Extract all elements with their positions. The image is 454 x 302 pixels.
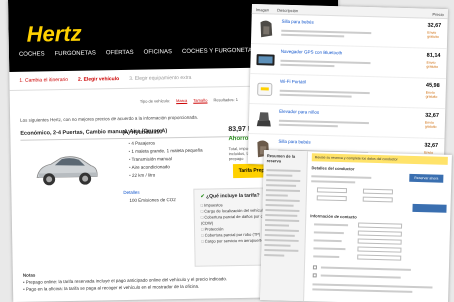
- product-price: 81,14: [426, 52, 441, 59]
- field-label: [314, 223, 349, 227]
- car-image: [36, 156, 98, 186]
- input-field[interactable]: [362, 188, 394, 195]
- text-line: [312, 288, 413, 293]
- product-price: 32,67: [424, 142, 439, 149]
- details-link[interactable]: Detalles: [123, 190, 139, 195]
- step-extras[interactable]: 3. Elegir equipamiento extra: [129, 75, 191, 82]
- nav-item-ofertas[interactable]: OFERTAS: [106, 50, 134, 57]
- newsletter-checkbox[interactable]: [312, 273, 317, 278]
- results-count: Resultados: 1: [213, 97, 238, 103]
- summary-bar: [412, 203, 447, 213]
- product-description: [280, 59, 371, 69]
- field-label: [313, 255, 340, 259]
- product-price: 45,98: [425, 82, 440, 89]
- input-field[interactable]: [362, 196, 393, 203]
- product-shipping: Envío gratuito: [426, 60, 439, 69]
- step-vehicle[interactable]: 2. Elegir vehículo: [78, 76, 119, 83]
- gps-image: [256, 54, 275, 66]
- newsletter-text: [320, 274, 401, 279]
- feature-consumption: 22 km / litro: [129, 171, 203, 180]
- checkout-form-window: Resumen de la reserva Revise su reserva …: [260, 150, 452, 302]
- product-price: 32,67: [427, 22, 442, 29]
- text-line: [311, 180, 356, 184]
- form-title: Detalles del conductor: [311, 165, 355, 172]
- product-shipping: Envío gratuito: [425, 90, 438, 99]
- field-label: [313, 247, 346, 251]
- product-shipping: Envío gratuito: [427, 30, 439, 39]
- product-description: [279, 89, 370, 99]
- product-title[interactable]: Silla para bebés: [281, 19, 373, 26]
- name-field[interactable]: [358, 222, 403, 229]
- col-price: Precio: [432, 11, 444, 18]
- surname-field[interactable]: [357, 230, 402, 237]
- product-title[interactable]: Elevador para niños: [279, 109, 371, 116]
- field-label: [313, 231, 344, 235]
- field-label: [313, 239, 342, 243]
- product-description: [281, 29, 372, 39]
- reserve-button[interactable]: Reservar ahora: [409, 173, 444, 183]
- text-line: [311, 175, 372, 179]
- input-field[interactable]: [316, 195, 347, 202]
- product-shipping: Envío gratuito: [424, 120, 437, 129]
- product-title[interactable]: Wi-Fi Portátil: [280, 79, 372, 86]
- input-field[interactable]: [316, 187, 348, 194]
- car-model[interactable]: (A) Hyundai i10: [122, 129, 162, 136]
- address-field[interactable]: [357, 254, 402, 261]
- wifi-device-image: [257, 82, 273, 96]
- phone-field[interactable]: [357, 246, 402, 253]
- col-image: Imagen: [255, 7, 270, 13]
- reservation-summary-sidebar: Resumen de la reserva: [260, 150, 308, 302]
- nav-item-furgonetas[interactable]: FURGONETAS: [55, 50, 96, 58]
- contact-section-title: Información de contacto: [310, 213, 357, 220]
- email-field[interactable]: [357, 238, 402, 245]
- terms-checkbox[interactable]: [312, 265, 317, 270]
- notice-banner: Revise su reserva y complete los datos d…: [311, 153, 448, 165]
- product-price: 32,67: [425, 112, 439, 119]
- car-features: 4 Pasajeros 1 maleta grande, 1 maleta pe…: [128, 139, 203, 180]
- co2-emissions: 100 Emisiones de CO2: [129, 197, 176, 203]
- filter-size[interactable]: Tamaño: [193, 98, 207, 103]
- hertz-logo[interactable]: Hertz: [26, 21, 81, 48]
- terms-text: [320, 266, 411, 271]
- filter-brand[interactable]: Marca: [176, 98, 187, 103]
- product-title[interactable]: Navegador GPS con Bluetooth: [281, 49, 373, 56]
- nav-item-oficinas[interactable]: OFICINAS: [144, 49, 172, 56]
- product-listing-window: Imagen Descripción Precio Silla para beb…: [247, 4, 448, 170]
- step-itinerary[interactable]: 1. Cambia el itinerario: [19, 77, 68, 84]
- product-title[interactable]: Silla para bebés: [278, 139, 370, 146]
- nav-item-coches[interactable]: COCHES: [19, 51, 45, 58]
- child-seat-image: [260, 20, 273, 38]
- text-line: [312, 283, 433, 289]
- booster-seat-image: [256, 112, 271, 127]
- product-description: [278, 119, 369, 129]
- sidebar-title: Resumen de la reserva: [266, 153, 296, 164]
- filter-label: Tipo de vehículo:: [139, 98, 171, 104]
